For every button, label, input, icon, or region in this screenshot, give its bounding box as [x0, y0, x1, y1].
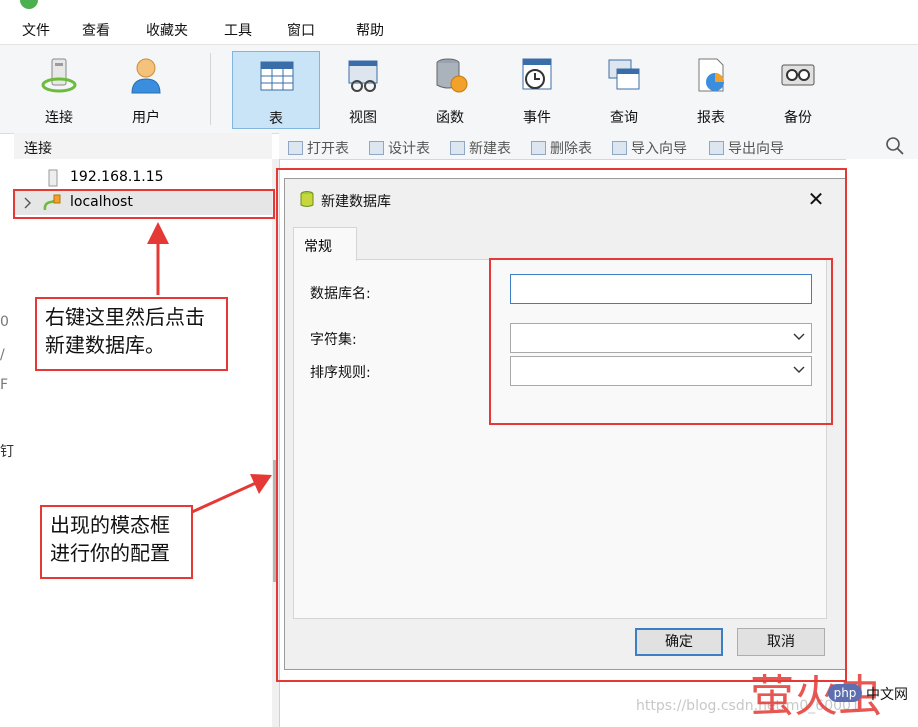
annotation-arrows	[147, 222, 272, 514]
watermark-php-badge: php	[828, 684, 862, 702]
tab-general-label: 常规	[304, 239, 332, 255]
watermark-cn-label: 中文网	[866, 687, 908, 703]
tab-general[interactable]: 常规	[293, 227, 357, 261]
arrow-up-icon	[147, 222, 169, 295]
arrow-right-icon	[191, 474, 272, 514]
watermark-logo: 萤火虫	[750, 671, 882, 722]
